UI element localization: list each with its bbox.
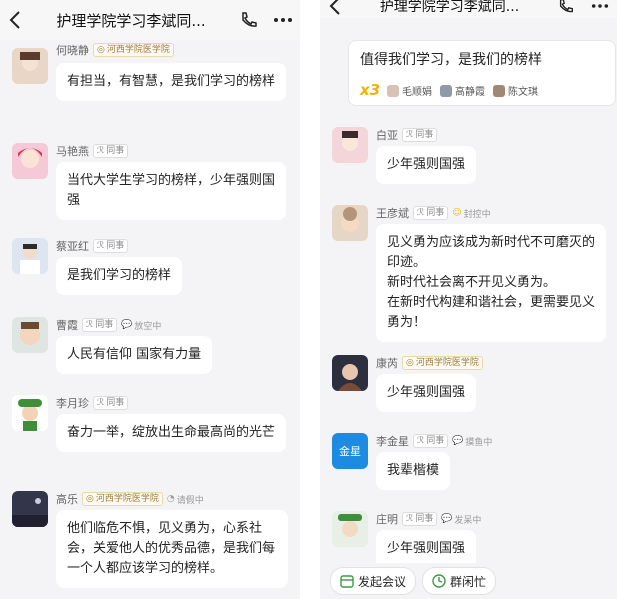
pinned-text: 值得我们学习，是我们的榜样 (360, 52, 542, 68)
chat-header: 护理学院学习李斌同... (0, 0, 300, 40)
colleague-badge: ℛ 同事 (93, 144, 129, 158)
chat-header: 护理学院学习李斌同... (320, 0, 617, 18)
more-button[interactable] (266, 0, 300, 40)
quick-actions-bar: 发起会议 群闲忙 (320, 563, 617, 599)
smile-icon: ☺ (452, 208, 462, 218)
chat-bubble-icon: 💬 (441, 514, 453, 524)
repeat-user[interactable]: 高静霞 (440, 83, 485, 98)
calendar-icon (340, 575, 354, 588)
avatar[interactable] (12, 48, 48, 84)
avatar (387, 84, 399, 97)
avatar[interactable] (332, 355, 368, 391)
call-button[interactable] (549, 0, 583, 18)
right-chat-pane: 护理学院学习李斌同... 值得我们学习，是我们的榜样 x3 毛顺娟 高静霞 陈文… (320, 0, 617, 599)
message-bubble[interactable]: 少年强则国强 (376, 374, 477, 412)
colleague-badge: ℛ 同事 (413, 206, 449, 220)
chat-bubble-icon: 💬 (452, 436, 464, 446)
message-bubble[interactable]: 奋力一举，绽放出生命最高尚的光芒 (56, 414, 286, 452)
more-dots-icon (274, 18, 292, 22)
user-status: ☺ 封控中 (452, 208, 491, 220)
start-meeting-button[interactable]: 发起会议 (330, 567, 417, 595)
avatar[interactable] (12, 143, 48, 179)
message-bubble[interactable]: 当代大学生学习的榜样，少年强则国强 (56, 162, 286, 220)
message-bubble[interactable]: 是我们学习的榜样 (56, 257, 183, 295)
sender-name: 康芮 (376, 357, 398, 370)
sender-name: 何晓静 (56, 44, 89, 57)
org-badge: ◎ 河西学院医学院 (402, 356, 483, 370)
clock-icon (432, 574, 446, 588)
pane-divider (300, 0, 320, 599)
sender-name: 曹霞 (56, 319, 78, 332)
leave-icon: ◔ (166, 494, 175, 504)
message-bubble[interactable]: 我辈楷模 (376, 452, 451, 490)
avatar[interactable] (12, 395, 48, 431)
org-dot-icon: ◎ (406, 358, 414, 368)
person-icon: ℛ (97, 398, 105, 408)
chat-title: 护理学院学习李斌同... (56, 11, 206, 30)
user-status: 💬 摸鱼中 (452, 436, 493, 448)
sender-name: 蔡亚红 (56, 240, 89, 253)
user-status: 💬 放空中 (121, 320, 162, 332)
chevron-left-icon (9, 11, 20, 29)
message-bubble[interactable]: 他们临危不惧，见义勇为，心系社会，关爱他人的优秀品德，是我们每一个人都应该学习的… (56, 510, 288, 588)
back-button[interactable] (320, 0, 350, 18)
avatar (493, 84, 505, 97)
avatar[interactable] (332, 205, 368, 241)
user-status: ◔ 请假中 (166, 494, 204, 506)
sender-name: 马艳燕 (56, 145, 89, 158)
sender-name: 王彦斌 (376, 207, 409, 220)
phone-icon (559, 0, 573, 13)
chat-bubble-icon: 💬 (121, 320, 133, 330)
avatar[interactable] (12, 317, 48, 353)
person-icon: ℛ (417, 436, 425, 446)
colleague-badge: ℛ 同事 (93, 239, 129, 253)
sender-name: 白亚 (376, 129, 398, 142)
avatar[interactable] (12, 238, 48, 274)
chevron-left-icon (329, 0, 340, 15)
sender-name: 李金星 (376, 435, 409, 448)
sender-name: 庄明 (376, 513, 398, 526)
more-button[interactable] (583, 0, 617, 18)
sender-name: 李月珍 (56, 397, 89, 410)
colleague-badge: ℛ 同事 (402, 512, 438, 526)
chat-title: 护理学院学习李斌同... (379, 0, 520, 15)
colleague-badge: ℛ 同事 (402, 128, 438, 142)
message-bubble[interactable]: 人民有信仰 国家有力量 (56, 336, 213, 374)
person-icon: ℛ (417, 208, 425, 218)
repeat-count: x3 (360, 81, 381, 99)
person-icon: ℛ (97, 146, 105, 156)
pinned-message-card[interactable]: 值得我们学习，是我们的榜样 x3 毛顺娟 高静霞 陈文琪 (348, 40, 616, 106)
message-bubble[interactable]: 少年强则国强 (376, 146, 477, 184)
sender-name: 高乐 (56, 493, 78, 506)
message-bubble[interactable]: 有担当，有智慧，是我们学习的榜样 (56, 63, 286, 101)
back-button[interactable] (0, 0, 30, 40)
left-chat-pane: 护理学院学习李斌同... 何晓静 ◎ 河西学院医学院 有担当，有智慧，是我们学习的… (0, 0, 300, 599)
repeat-users: 毛顺娟 高静霞 陈文琪 (387, 83, 538, 98)
org-badge: ◎ 河西学院医学院 (93, 43, 174, 57)
user-status: 💬 发呆中 (441, 514, 482, 526)
person-icon: ℛ (406, 514, 414, 524)
message-bubble[interactable]: 见义勇为应该成为新时代不可磨灭的印迹。 新时代社会离不开见义勇为。 在新时代构建… (376, 224, 606, 342)
colleague-badge: ℛ 同事 (413, 434, 449, 448)
person-icon: ℛ (406, 130, 414, 140)
org-badge: ◎ 河西学院医学院 (82, 492, 163, 506)
repeat-user[interactable]: 毛顺娟 (387, 83, 432, 98)
avatar[interactable] (332, 511, 368, 547)
repeat-user[interactable]: 陈文琪 (493, 83, 538, 98)
avatar[interactable]: 金星 (332, 433, 368, 469)
avatar[interactable] (332, 127, 368, 163)
avatar[interactable] (12, 491, 48, 527)
org-dot-icon: ◎ (86, 494, 94, 504)
org-dot-icon: ◎ (97, 45, 105, 55)
avatar (440, 84, 452, 97)
person-icon: ℛ (97, 241, 105, 251)
colleague-badge: ℛ 同事 (93, 396, 129, 410)
person-icon: ℛ (86, 320, 94, 330)
colleague-badge: ℛ 同事 (82, 318, 118, 332)
group-status-button[interactable]: 群闲忙 (422, 567, 497, 595)
phone-icon (242, 12, 257, 27)
call-button[interactable] (232, 0, 266, 40)
more-dots-icon (591, 4, 609, 8)
